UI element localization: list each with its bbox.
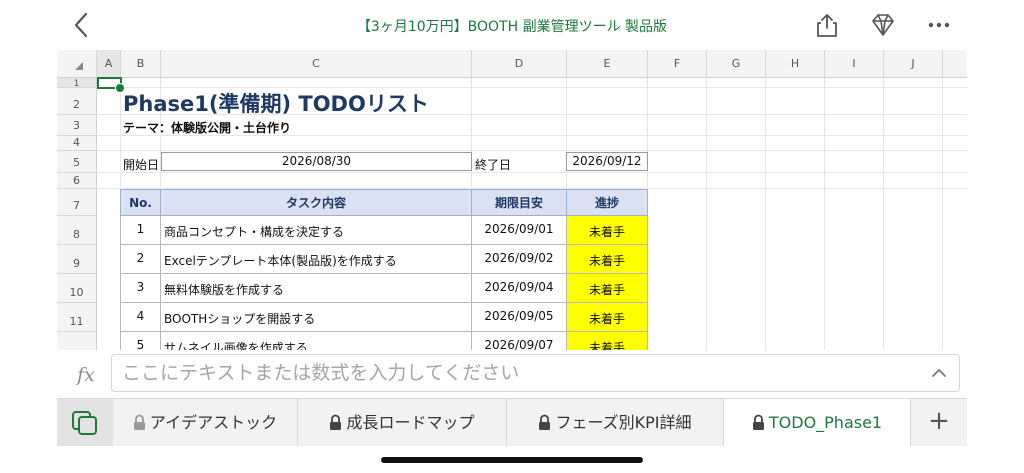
tab-label: TODO_Phase1 — [768, 413, 883, 432]
sheets-list-icon[interactable] — [57, 399, 113, 446]
lock-icon — [330, 414, 342, 430]
start-date-value[interactable]: 2026/08/30 — [161, 152, 472, 171]
column-header-c[interactable]: C — [161, 50, 472, 78]
row-header-7[interactable]: 7 — [57, 189, 97, 216]
column-header-j[interactable]: J — [884, 50, 943, 78]
table-header-due: 期限目安 — [471, 189, 567, 216]
row-header-6[interactable]: 6 — [57, 173, 97, 189]
column-header-extra — [943, 50, 967, 78]
row-header-5[interactable]: 5 — [57, 151, 97, 173]
task-no[interactable]: 2 — [120, 245, 161, 274]
task-no[interactable]: 3 — [120, 274, 161, 303]
task-content[interactable]: 商品コンセプト・構成を決定する — [161, 216, 472, 245]
sheet-theme: テーマ：体験版公開・土台作り — [123, 121, 292, 135]
task-due[interactable]: 2026/09/04 — [472, 274, 567, 303]
gridline — [883, 78, 884, 350]
end-date-value[interactable]: 2026/09/12 — [566, 152, 648, 171]
task-no[interactable]: 4 — [120, 303, 161, 332]
row-header-8[interactable]: 8 — [57, 216, 97, 245]
diamond-icon[interactable] — [870, 12, 896, 38]
task-due[interactable]: 2026/09/05 — [472, 303, 567, 332]
row-header-1[interactable]: 1 — [57, 78, 97, 89]
tab-idea-stock[interactable]: アイデアストック — [113, 399, 298, 446]
home-indicator[interactable] — [381, 457, 643, 463]
column-header-a[interactable]: A — [97, 50, 121, 78]
row-header-10[interactable]: 10 — [57, 274, 97, 303]
row-header-3[interactable]: 3 — [57, 115, 97, 136]
task-due[interactable]: 2026/09/02 — [472, 245, 567, 274]
table-header-no: No. — [120, 189, 161, 216]
spreadsheet-grid[interactable]: A B C D E F G H I J 1 2 3 4 5 6 7 8 9 10… — [57, 50, 967, 350]
end-date-label: 終了日 — [475, 158, 512, 172]
task-status[interactable]: 未着手 — [567, 274, 648, 303]
more-icon[interactable] — [926, 12, 952, 38]
row-header-9[interactable]: 9 — [57, 245, 97, 274]
tab-label: アイデアストック — [149, 413, 278, 432]
table-header-status: 進捗 — [566, 189, 648, 216]
row-header-2[interactable]: 2 — [57, 88, 97, 115]
lock-icon — [752, 414, 764, 430]
task-due[interactable]: 2026/09/07 — [472, 332, 567, 350]
gridline — [824, 78, 825, 350]
tab-phase-kpi-detail[interactable]: フェーズ別KPI詳細 — [507, 399, 724, 446]
gridline — [97, 150, 967, 151]
table-header-task: タスク内容 — [160, 189, 472, 216]
task-no[interactable]: 5 — [120, 332, 161, 350]
column-header-d[interactable]: D — [472, 50, 567, 78]
column-header-i[interactable]: I — [825, 50, 884, 78]
task-due[interactable]: 2026/09/01 — [472, 216, 567, 245]
row-header-11[interactable]: 11 — [57, 303, 97, 332]
formula-input-box[interactable] — [111, 354, 960, 392]
formula-bar: fx — [57, 350, 967, 398]
select-all-corner[interactable] — [57, 50, 97, 78]
sheet-tabs: アイデアストック 成長ロードマップ フェーズ別KPI詳細 TODO_Phase1… — [57, 398, 967, 446]
column-header-b[interactable]: B — [121, 50, 161, 78]
row-header-12 — [57, 332, 97, 350]
tab-growth-roadmap[interactable]: 成長ロードマップ — [298, 399, 507, 446]
gridline — [765, 78, 766, 350]
tab-todo-phase1[interactable]: TODO_Phase1 — [724, 399, 911, 446]
gridline — [97, 172, 967, 173]
add-sheet-button[interactable]: + — [911, 399, 967, 446]
document-title: 【3ヶ月10万円】BOOTH 副業管理ツール 製品版 — [356, 19, 668, 35]
column-header-h[interactable]: H — [766, 50, 825, 78]
back-icon[interactable] — [70, 10, 94, 40]
task-no[interactable]: 1 — [120, 216, 161, 245]
gridline — [706, 78, 707, 350]
selection-handle[interactable] — [115, 83, 125, 93]
formula-input[interactable] — [112, 355, 912, 391]
column-header-f[interactable]: F — [648, 50, 707, 78]
task-content[interactable]: 無料体験版を作成する — [161, 274, 472, 303]
column-header-e[interactable]: E — [567, 50, 648, 78]
task-content[interactable]: サムネイル画像を作成する — [161, 332, 472, 350]
tab-label: フェーズ別KPI詳細 — [555, 413, 692, 432]
gridline — [942, 78, 943, 350]
lock-icon — [539, 414, 551, 430]
column-header-g[interactable]: G — [707, 50, 766, 78]
share-icon[interactable] — [814, 12, 840, 38]
task-status[interactable]: 未着手 — [567, 303, 648, 332]
task-content[interactable]: BOOTHショップを開設する — [161, 303, 472, 332]
chevron-up-icon[interactable] — [931, 367, 947, 379]
start-date-label: 開始日 — [123, 158, 160, 172]
task-status[interactable]: 未着手 — [567, 216, 648, 245]
lock-icon — [133, 414, 145, 430]
tab-label: 成長ロードマップ — [346, 413, 475, 432]
sheet-heading: Phase1(準備期) TODOリスト — [123, 92, 429, 116]
top-toolbar: 【3ヶ月10万円】BOOTH 副業管理ツール 製品版 — [0, 0, 1024, 50]
task-content[interactable]: Excelテンプレート本体(製品版)を作成する — [161, 245, 472, 274]
row-header-4[interactable]: 4 — [57, 136, 97, 151]
fx-icon[interactable]: fx — [77, 364, 95, 386]
task-status[interactable]: 未着手 — [567, 332, 648, 350]
task-status[interactable]: 未着手 — [567, 245, 648, 274]
